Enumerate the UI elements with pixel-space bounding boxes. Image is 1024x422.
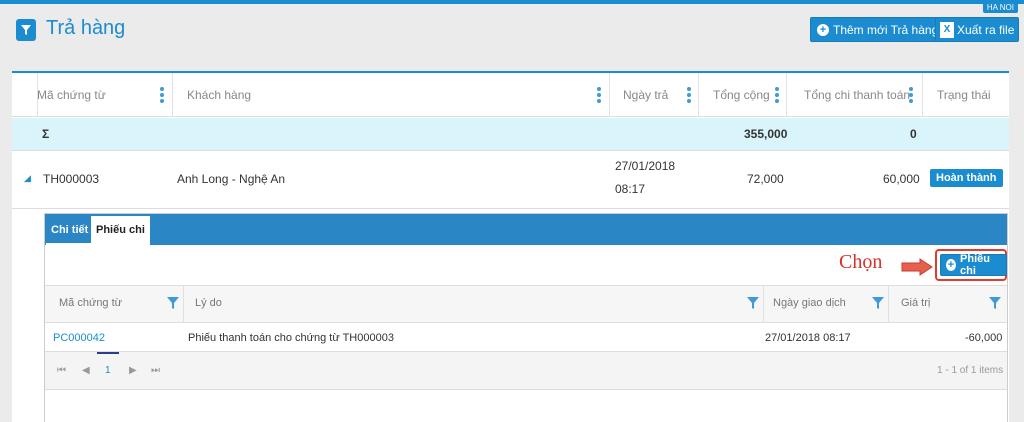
filter-icon[interactable] (872, 297, 884, 309)
page-title: Trả hàng (46, 17, 126, 39)
first-page-icon[interactable]: ⏮ (57, 365, 66, 376)
table-row[interactable]: ◢ TH000003 Anh Long - Nghệ An 27/01/2018… (12, 151, 1009, 209)
row-customer: Anh Long - Nghệ An (177, 172, 286, 186)
col-status[interactable]: Trạng thái (937, 73, 991, 117)
page-number[interactable]: 1 (105, 365, 111, 376)
column-menu-icon[interactable] (687, 87, 691, 103)
voucher-date: 27/01/2018 08:17 (765, 332, 851, 344)
col-reason[interactable]: Lý do (195, 297, 222, 309)
col-transaction-date[interactable]: Ngày giao dịch (773, 297, 846, 309)
col-total-paid[interactable]: Tổng chi thanh toán (804, 73, 910, 117)
column-divider (698, 73, 699, 117)
table-row[interactable]: PC000042 Phiếu thanh toán cho chứng từ T… (45, 324, 1007, 352)
column-menu-icon[interactable] (597, 87, 601, 103)
row-total: 72,000 (747, 172, 784, 186)
row-date: 27/01/2018 (615, 159, 676, 173)
tab-payment-voucher[interactable]: Phiếu chi (91, 216, 150, 245)
column-divider (609, 73, 610, 117)
annotation-label: Chọn (839, 251, 883, 273)
last-page-icon[interactable]: ⏭ (151, 365, 160, 376)
column-divider (183, 286, 184, 323)
pager-info: 1 - 1 of 1 items (937, 365, 1004, 376)
filter-icon[interactable] (747, 297, 759, 309)
col-customer[interactable]: Khách hàng (187, 73, 251, 117)
sum-paid: 0 (910, 127, 917, 141)
col-code[interactable]: Mã chứng từ (37, 73, 106, 117)
column-menu-icon[interactable] (775, 87, 779, 103)
col-total[interactable]: Tổng cộng (713, 73, 770, 117)
row-paid: 60,000 (883, 172, 920, 186)
column-divider (922, 73, 923, 117)
add-return-button[interactable]: + Thêm mới Trả hàng (810, 17, 946, 42)
col-return-date[interactable]: Ngày trả (623, 73, 668, 117)
next-page-icon[interactable]: ▶ (129, 365, 137, 376)
returns-grid: Mã chứng từ Khách hàng Ngày trả Tổng cộn… (12, 71, 1009, 422)
filter-icon[interactable] (16, 19, 36, 41)
plus-icon: + (946, 259, 957, 271)
column-menu-icon[interactable] (160, 87, 164, 103)
top-accent-bar (0, 0, 1024, 4)
expand-toggle-icon[interactable]: ◢ (24, 173, 31, 184)
add-payment-voucher-button[interactable]: + Phiếu chi (940, 253, 1007, 277)
voucher-reason: Phiếu thanh toán cho chứng từ TH000003 (188, 332, 394, 344)
location-badge: HA NOI (982, 2, 1018, 13)
filter-icon[interactable] (167, 297, 179, 309)
plus-icon: + (817, 23, 829, 36)
summary-row: Σ 355,000 0 (12, 118, 1009, 151)
column-divider (172, 73, 173, 117)
column-divider (888, 286, 889, 323)
export-file-button[interactable]: X Xuất ra file (935, 17, 1020, 42)
sum-symbol: Σ (42, 127, 50, 141)
current-page-indicator (97, 352, 119, 354)
voucher-grid-header: Mã chứng từ Lý do Ngày giao dịch Giá trị (45, 286, 1007, 323)
tab-detail[interactable]: Chi tiết (46, 216, 94, 245)
voucher-grid: Mã chứng từ Lý do Ngày giao dịch Giá trị… (45, 285, 1007, 403)
prev-page-icon[interactable]: ◀ (82, 365, 90, 376)
status-badge: Hoàn thành (930, 169, 1003, 187)
voucher-value: -60,000 (965, 332, 1003, 344)
pager: ⏮ ◀ 1 ▶ ⏭ 1 - 1 of 1 items (45, 352, 1007, 390)
filter-icon[interactable] (989, 297, 1001, 309)
voucher-code-link[interactable]: PC000042 (53, 332, 105, 344)
arrow-right-icon (901, 258, 933, 276)
grid-header: Mã chứng từ Khách hàng Ngày trả Tổng cộn… (12, 73, 1009, 117)
excel-file-icon: X (940, 21, 954, 38)
add-payment-voucher-label: Phiếu chi (960, 253, 990, 277)
column-divider (786, 73, 787, 117)
detail-tabbar: Chi tiết Phiếu chi (45, 214, 1007, 245)
col-value[interactable]: Giá trị (901, 297, 930, 309)
column-menu-icon[interactable] (909, 87, 913, 103)
export-file-label: Xuất ra file (957, 22, 1015, 37)
column-divider (763, 286, 764, 323)
detail-panel: Chi tiết Phiếu chi Chọn + Phiếu chi Mã c… (44, 213, 1008, 422)
col-voucher-code[interactable]: Mã chứng từ (59, 297, 122, 309)
sum-total: 355,000 (744, 127, 788, 141)
add-return-label: Thêm mới Trả hàng (833, 22, 939, 37)
row-code: TH000003 (43, 172, 100, 186)
row-time: 08:17 (615, 182, 646, 196)
